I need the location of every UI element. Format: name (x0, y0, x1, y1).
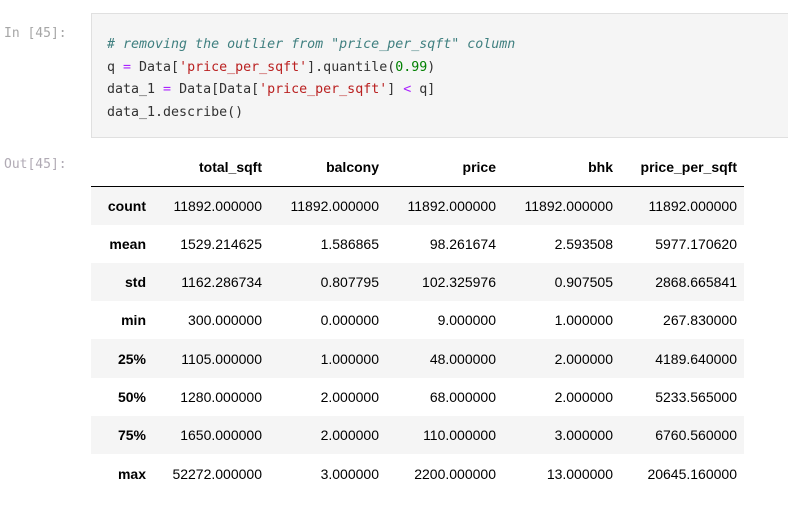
table-cell: 13.000000 (546, 465, 613, 482)
table-header-row: total_sqft balcony price bhk price_per_s… (91, 148, 744, 187)
table-cell: 2.000000 (554, 350, 613, 367)
table-cell: 48.000000 (429, 350, 496, 367)
table-cell: 11892.000000 (173, 197, 263, 214)
table-row: count 11892.000000 11892.000000 11892.00… (91, 186, 744, 225)
header-balcony: balcony (269, 148, 386, 187)
table-cell: 267.830000 (663, 312, 737, 329)
table-cell: 2.000000 (554, 388, 613, 405)
row-index: mean (109, 235, 146, 252)
table-row: std 1162.286734 0.807795 102.325976 0.90… (91, 262, 744, 302)
table-cell: 3.000000 (320, 465, 379, 482)
table-cell: 1105.000000 (181, 350, 262, 367)
table-cell: 11892.000000 (407, 197, 497, 214)
header-price-per-sqft: price_per_sqft (620, 148, 744, 187)
table-cell: 3.000000 (554, 427, 613, 444)
code-input-area[interactable]: # removing the outlier from "price_per_s… (91, 13, 788, 138)
table-cell: 300.000000 (188, 312, 262, 329)
table-cell: 110.000000 (423, 427, 496, 444)
table-cell: 20645.160000 (647, 465, 737, 482)
code-line-4: data_1.describe() (107, 104, 244, 120)
row-index: 25% (117, 350, 146, 367)
code-editor[interactable]: # removing the outlier from "price_per_s… (107, 34, 515, 124)
table-cell: 102.325976 (422, 274, 496, 291)
header-index (91, 148, 153, 187)
table-row: 50% 1280.000000 2.000000 68.000000 2.000… (91, 377, 744, 417)
table-cell: 0.000000 (320, 312, 379, 329)
describe-output-table: total_sqft balcony price bhk price_per_s… (91, 148, 744, 493)
table-row: min 300.000000 0.000000 9.000000 1.00000… (91, 301, 744, 340)
input-prompt: In [45]: (4, 26, 67, 41)
table-cell: 98.261674 (429, 235, 496, 252)
table-cell: 1.586865 (320, 235, 379, 252)
table-row: 75% 1650.000000 2.000000 110.000000 3.00… (91, 416, 744, 455)
row-index: count (107, 197, 146, 214)
row-index: std (125, 274, 146, 291)
header-total-sqft: total_sqft (153, 148, 269, 187)
output-prompt: Out[45]: (4, 157, 67, 172)
table-cell: 0.907505 (554, 274, 613, 291)
table-cell: 11892.000000 (290, 197, 380, 214)
row-index: min (121, 312, 146, 329)
table-cell: 5977.170620 (655, 235, 737, 252)
code-line-2: q = Data['price_per_sqft'].quantile(0.99… (107, 59, 436, 75)
table-cell: 1162.286734 (181, 274, 262, 291)
row-index: max (117, 465, 146, 482)
table-cell: 2.593508 (554, 235, 613, 252)
table-cell: 1.000000 (554, 312, 613, 329)
table-row: max 52272.000000 3.000000 2200.000000 13… (91, 454, 744, 493)
table-cell: 2.000000 (320, 427, 379, 444)
table-cell: 52272.000000 (172, 465, 262, 482)
code-line-3: data_1 = Data[Data['price_per_sqft'] < q… (107, 82, 436, 97)
table-cell: 1280.000000 (180, 388, 262, 405)
table-cell: 11892.000000 (524, 197, 614, 214)
table-cell: 5233.565000 (655, 388, 737, 405)
table-cell: 1529.214625 (180, 235, 262, 252)
header-bhk: bhk (503, 148, 620, 187)
table-cell: 2200.000000 (414, 465, 496, 482)
table-cell: 2868.665841 (655, 274, 737, 291)
table-cell: 1650.000000 (180, 427, 262, 444)
row-index: 75% (117, 427, 146, 444)
table-cell: 2.000000 (320, 388, 379, 405)
table-cell: 1.000000 (320, 350, 379, 367)
table-cell: 9.000000 (437, 312, 496, 329)
table-cell: 11892.000000 (648, 197, 738, 214)
table-row: mean 1529.214625 1.586865 98.261674 2.59… (91, 224, 744, 263)
table-cell: 68.000000 (429, 388, 496, 405)
table-row: 25% 1105.000000 1.000000 48.000000 2.000… (91, 339, 744, 378)
table-cell: 4189.640000 (655, 350, 737, 367)
row-index: 50% (117, 388, 146, 405)
table-cell: 0.807795 (320, 274, 379, 291)
header-price: price (386, 148, 503, 187)
table-cell: 6760.560000 (655, 427, 737, 444)
code-comment: # removing the outlier from "price_per_s… (107, 37, 516, 52)
